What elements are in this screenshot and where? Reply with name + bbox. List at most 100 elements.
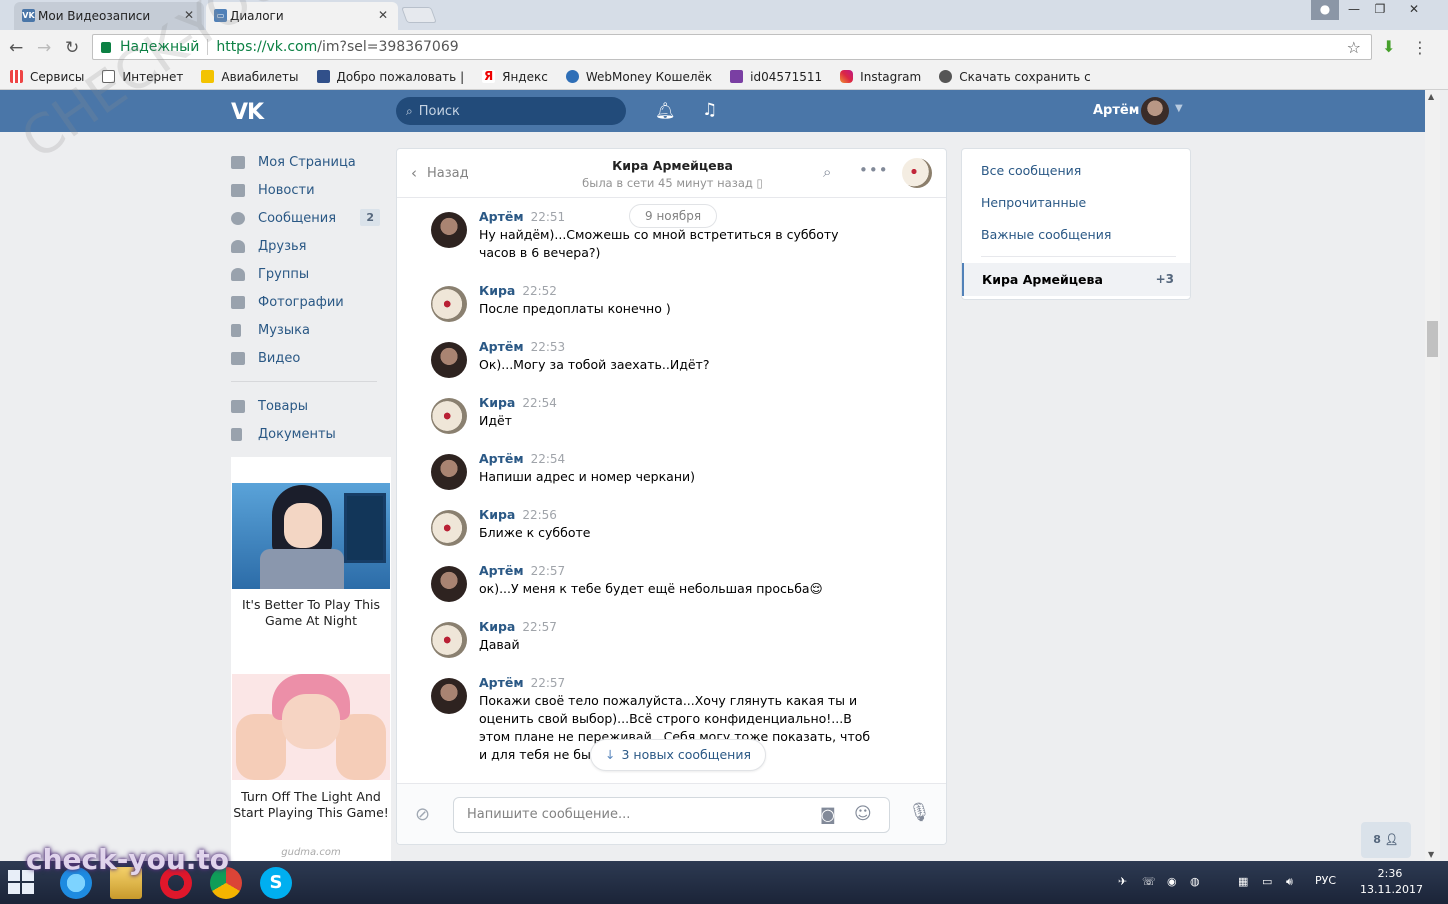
bookmark-aviatickets[interactable]: Авиабилеты [201, 70, 299, 84]
sidebar-item-music[interactable]: Музыка [231, 316, 391, 344]
close-tab-icon[interactable]: ✕ [184, 8, 194, 22]
chrome-icon[interactable] [210, 867, 242, 899]
sidebar-item-documents[interactable]: Документы [231, 420, 391, 448]
message-author[interactable]: Артём [479, 451, 524, 466]
opera-icon[interactable] [160, 867, 192, 899]
scroll-down-icon[interactable]: ▼ [1428, 850, 1434, 859]
filter-all-messages[interactable]: Все сообщения [981, 163, 1081, 178]
avatar[interactable] [431, 510, 467, 546]
filter-unread[interactable]: Непрочитанные [981, 195, 1086, 210]
volume-tray-icon[interactable]: 🔊︎ [1286, 875, 1293, 889]
bookmark-yandex[interactable]: Я Яндекс [482, 70, 548, 84]
scroll-thumb[interactable] [1427, 321, 1438, 357]
notification-tray-icon[interactable]: ◉ [1167, 875, 1177, 888]
avatar[interactable] [431, 286, 467, 322]
sidebar-item-friends[interactable]: Друзья [231, 232, 391, 260]
address-bar[interactable]: Надежный https://vk.com /im?sel=39836706… [92, 34, 1372, 60]
message-author[interactable]: Артём [479, 339, 524, 354]
nav-divider [231, 381, 377, 382]
bookmark-webmoney[interactable]: WebMoney Кошелёк [565, 70, 712, 84]
chevron-down-icon[interactable]: ▼ [1175, 103, 1183, 114]
bookmark-download[interactable]: Скачать сохранить с [939, 70, 1091, 84]
online-friends-button[interactable]: 8 👤︎ [1361, 822, 1411, 858]
bookmark-star-icon[interactable]: ☆ [1347, 38, 1361, 57]
user-profile-icon[interactable]: ● [1311, 0, 1339, 20]
sidebar-item-groups[interactable]: Группы [231, 260, 391, 288]
message-author[interactable]: Кира [479, 395, 515, 410]
sidebar-item-my-page[interactable]: Моя Страница [231, 148, 391, 176]
tab-my-videos[interactable]: VK Мои Видеозаписи ✕ [14, 2, 204, 30]
system-clock[interactable]: 2:36 13.11.2017 [1360, 866, 1423, 898]
sidebar-item-photos[interactable]: Фотографии [231, 288, 391, 316]
internet-explorer-icon[interactable] [60, 867, 92, 899]
file-explorer-icon[interactable] [110, 867, 142, 899]
message-author[interactable]: Кира [479, 619, 515, 634]
forward-arrow-icon[interactable]: → [37, 38, 51, 58]
avatar[interactable] [431, 212, 467, 248]
language-indicator[interactable]: РУС [1315, 874, 1336, 887]
message-author[interactable]: Кира [479, 507, 515, 522]
restore-icon[interactable]: ❐ [1366, 0, 1394, 20]
reload-icon[interactable]: ↻ [65, 38, 79, 58]
bookmark-internet[interactable]: Интернет [102, 70, 183, 84]
sidebar-item-video[interactable]: Видео [231, 344, 391, 372]
download-extension-icon[interactable]: ⬇ [1382, 37, 1395, 56]
ad-image-pink-hair-girl[interactable] [232, 674, 390, 780]
message-author[interactable]: Кира [479, 283, 515, 298]
clock-time: 2:36 [1377, 867, 1403, 880]
minimize-icon[interactable]: — [1340, 0, 1368, 20]
close-window-icon[interactable]: ✕ [1400, 0, 1428, 20]
viber-tray-icon[interactable]: ☏ [1142, 875, 1156, 888]
windows-start-icon[interactable] [8, 870, 36, 896]
telegram-tray-icon[interactable]: ✈ [1118, 875, 1127, 888]
avatar[interactable] [431, 566, 467, 602]
network-tray-icon[interactable]: ▦ [1238, 875, 1248, 888]
emoji-smile-icon[interactable]: ☺ [854, 804, 872, 824]
avatar[interactable] [431, 622, 467, 658]
tab-dialogs[interactable]: ▭ Диалоги ✕ [206, 2, 398, 30]
skype-tray-icon[interactable]: ◍ [1190, 875, 1200, 888]
ad-caption[interactable]: It's Better To Play This Game At Night [231, 597, 391, 629]
attach-paperclip-icon[interactable]: ⊘ [415, 804, 430, 825]
back-arrow-icon[interactable]: ← [9, 38, 23, 58]
peer-avatar[interactable] [902, 158, 932, 188]
close-tab-icon[interactable]: ✕ [378, 8, 388, 22]
scroll-up-icon[interactable]: ▲ [1428, 92, 1434, 101]
sidebar-item-news[interactable]: Новости [231, 176, 391, 204]
ad-footer[interactable]: gudma.com [231, 847, 391, 858]
camera-icon[interactable]: ◙ [820, 805, 836, 824]
header-user-name[interactable]: Артём [1093, 103, 1139, 118]
music-note-icon[interactable]: ♫ [702, 100, 717, 120]
notifications-bell-icon[interactable]: 🔔︎ [655, 101, 675, 120]
bookmark-id[interactable]: id04571511 [730, 70, 822, 84]
message-author[interactable]: Артём [479, 675, 524, 690]
ad-caption[interactable]: Turn Off The Light And Start Playing Thi… [231, 789, 391, 821]
avatar[interactable] [431, 678, 467, 714]
avatar[interactable] [431, 454, 467, 490]
avatar[interactable] [431, 398, 467, 434]
bookmark-instagram[interactable]: Instagram [840, 70, 921, 84]
avatar[interactable] [431, 342, 467, 378]
search-icon[interactable]: ⌕ [823, 163, 831, 181]
sidebar-item-goods[interactable]: Товары [231, 392, 391, 420]
message-input[interactable] [467, 807, 807, 822]
message-author[interactable]: Артём [479, 563, 524, 578]
ad-image-anime-girl[interactable] [232, 483, 390, 589]
new-tab-button[interactable] [401, 7, 437, 23]
active-dialog-item[interactable]: Кира Армейцева +3 [962, 263, 1190, 296]
skype-icon[interactable]: S [260, 867, 292, 899]
monitor-tray-icon[interactable]: ▭ [1262, 875, 1272, 888]
more-dots-icon[interactable]: ••• [859, 161, 889, 179]
bookmark-welcome[interactable]: Добро пожаловать | [316, 70, 464, 84]
header-avatar[interactable] [1141, 97, 1169, 125]
sidebar-item-messages[interactable]: Сообщения 2 [231, 204, 391, 232]
vk-search-input[interactable]: ⌕ Поиск [396, 97, 626, 125]
new-messages-button[interactable]: ↓ 3 новых сообщения [590, 739, 766, 771]
bookmark-services[interactable]: Сервисы [10, 70, 84, 84]
page-scrollbar[interactable]: ▲ ▼ [1425, 90, 1440, 861]
message-author[interactable]: Артём [479, 209, 524, 224]
filter-important[interactable]: Важные сообщения [981, 227, 1111, 242]
browser-menu-icon[interactable]: ⋮ [1412, 38, 1428, 57]
microphone-icon[interactable]: 🎙︎ [908, 802, 931, 823]
vk-logo[interactable]: vk [231, 100, 264, 125]
